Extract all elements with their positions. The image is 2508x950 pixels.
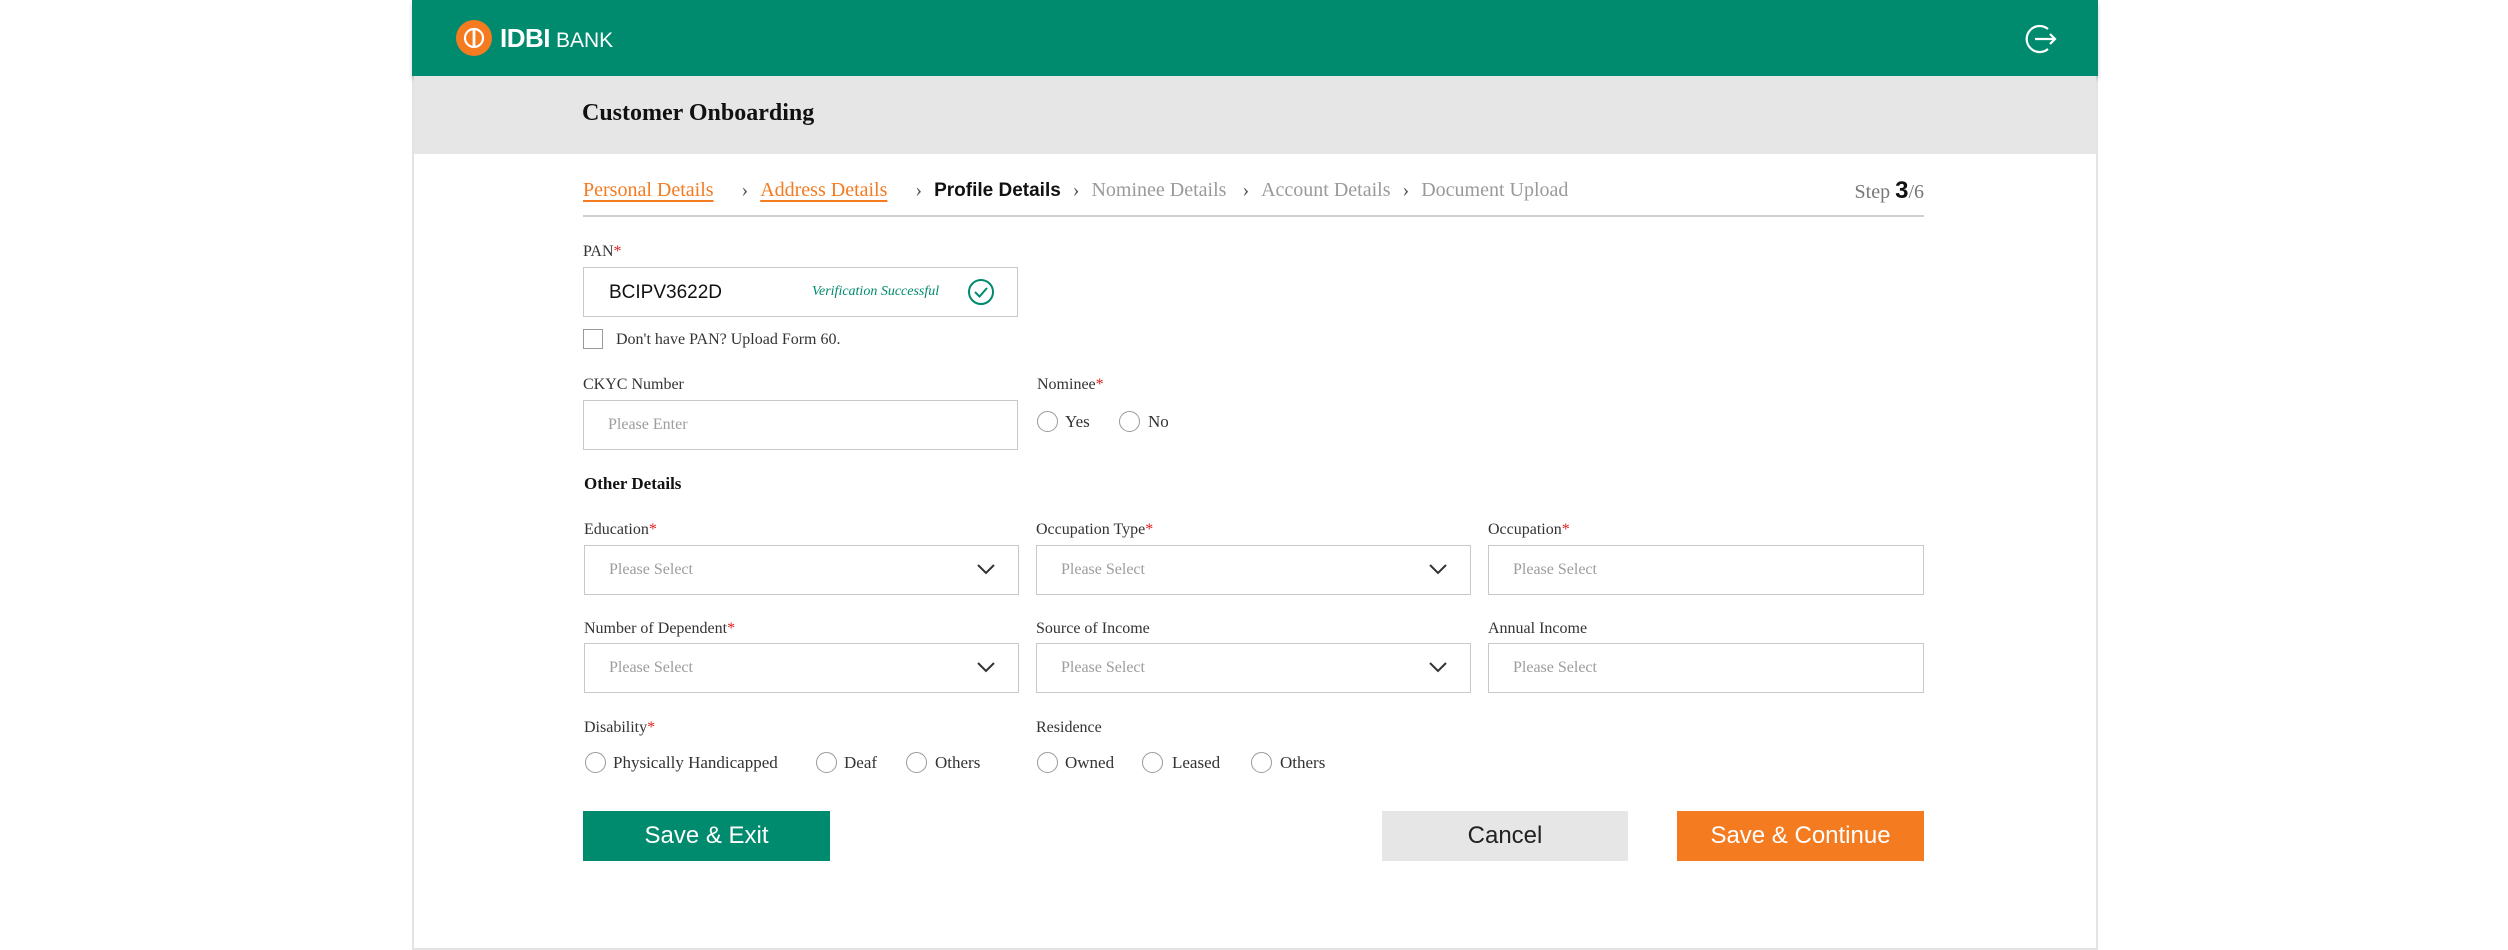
save-continue-button[interactable]: Save & Continue bbox=[1677, 811, 1924, 861]
dependents-select[interactable]: Please Select bbox=[584, 643, 1019, 693]
nominee-no-radio[interactable] bbox=[1119, 411, 1140, 432]
nominee-yes-label: Yes bbox=[1065, 412, 1090, 431]
nominee-yes-radio[interactable] bbox=[1037, 411, 1058, 432]
disability-deaf-radio[interactable] bbox=[816, 752, 837, 773]
disability-label: Disability* bbox=[584, 719, 656, 736]
ckyc-input[interactable]: Please Enter bbox=[583, 400, 1018, 450]
nominee-no-label: No bbox=[1148, 412, 1169, 431]
residence-leased-label: Leased bbox=[1172, 753, 1221, 772]
occupation-type-label: Occupation Type* bbox=[1036, 521, 1154, 538]
disability-deaf-label: Deaf bbox=[844, 753, 878, 772]
idbi-logo-mark-icon bbox=[456, 20, 492, 56]
source-income-placeholder: Please Select bbox=[1061, 659, 1145, 676]
step-account-details: Account Details bbox=[1261, 179, 1391, 201]
annual-income-select[interactable]: Please Select bbox=[1488, 643, 1924, 693]
ckyc-label: CKYC Number bbox=[583, 376, 684, 393]
ckyc-placeholder: Please Enter bbox=[608, 416, 688, 433]
step-counter-current: 3 bbox=[1895, 177, 1909, 204]
chevron-right-icon: › bbox=[1072, 179, 1080, 201]
residence-others-label: Others bbox=[1280, 753, 1326, 772]
nominee-label: Nominee* bbox=[1037, 376, 1104, 393]
chevron-down-icon bbox=[976, 660, 996, 674]
verification-status: Verification Successful bbox=[812, 284, 940, 299]
step-personal-details[interactable]: Personal Details bbox=[583, 179, 714, 202]
no-pan-checkbox[interactable] bbox=[583, 329, 603, 349]
residence-owned-label: Owned bbox=[1065, 753, 1115, 772]
chevron-down-icon bbox=[976, 562, 996, 576]
check-circle-icon bbox=[967, 278, 995, 306]
occupation-type-select[interactable]: Please Select bbox=[1036, 545, 1471, 595]
education-label: Education* bbox=[584, 521, 657, 538]
chevron-down-icon bbox=[1428, 562, 1448, 576]
cancel-button[interactable]: Cancel bbox=[1382, 811, 1628, 861]
occupation-label: Occupation* bbox=[1488, 521, 1570, 538]
residence-owned-radio[interactable] bbox=[1037, 752, 1058, 773]
source-income-label: Source of Income bbox=[1036, 620, 1150, 637]
step-address-details[interactable]: Address Details bbox=[760, 179, 887, 202]
disability-handicapped-radio[interactable] bbox=[585, 752, 606, 773]
chevron-right-icon: › bbox=[1242, 179, 1250, 201]
logo-brand-text: IDBI bbox=[500, 22, 551, 53]
title-bar: Customer Onboarding bbox=[414, 76, 2096, 154]
occupation-placeholder: Please Select bbox=[1513, 561, 1597, 578]
step-document-upload: Document Upload bbox=[1421, 179, 1569, 201]
logo-bank-text: BANK bbox=[556, 28, 614, 52]
step-nominee-details: Nominee Details bbox=[1091, 179, 1227, 201]
save-exit-button[interactable]: Save & Exit bbox=[583, 811, 830, 861]
pan-label: PAN* bbox=[583, 243, 622, 260]
chevron-right-icon: › bbox=[1402, 179, 1410, 201]
residence-label: Residence bbox=[1036, 719, 1102, 736]
app-header: IDBI BANK bbox=[412, 0, 2098, 76]
step-counter-prefix: Step bbox=[1854, 181, 1891, 203]
disability-others-label: Others bbox=[935, 753, 981, 772]
other-details-heading: Other Details bbox=[584, 474, 682, 493]
education-select[interactable]: Please Select bbox=[584, 545, 1019, 595]
occupation-type-placeholder: Please Select bbox=[1061, 561, 1145, 578]
logout-icon[interactable] bbox=[2022, 20, 2060, 58]
education-placeholder: Please Select bbox=[609, 561, 693, 578]
dependents-label: Number of Dependent* bbox=[584, 620, 736, 637]
dependents-placeholder: Please Select bbox=[609, 659, 693, 676]
pan-value: BCIPV3622D bbox=[609, 282, 723, 303]
residence-leased-radio[interactable] bbox=[1142, 752, 1163, 773]
step-counter: Step 3/6 bbox=[1855, 177, 1924, 205]
onboarding-stepper: Personal Details › Address Details › Pro… bbox=[583, 175, 1924, 217]
pan-field[interactable]: BCIPV3622D Verification Successful bbox=[583, 267, 1018, 317]
chevron-down-icon bbox=[1428, 660, 1448, 674]
occupation-select[interactable]: Please Select bbox=[1488, 545, 1924, 595]
step-counter-total: /6 bbox=[1908, 181, 1924, 203]
no-pan-label: Don't have PAN? Upload Form 60. bbox=[616, 331, 841, 348]
chevron-right-icon: › bbox=[741, 179, 749, 201]
source-income-select[interactable]: Please Select bbox=[1036, 643, 1471, 693]
step-profile-details[interactable]: Profile Details bbox=[934, 180, 1061, 202]
page-title: Customer Onboarding bbox=[582, 100, 815, 126]
chevron-right-icon: › bbox=[915, 179, 923, 201]
idbi-logo: IDBI BANK bbox=[456, 20, 613, 56]
disability-others-radio[interactable] bbox=[906, 752, 927, 773]
annual-income-placeholder: Please Select bbox=[1513, 659, 1597, 676]
residence-others-radio[interactable] bbox=[1251, 752, 1272, 773]
disability-handicapped-label: Physically Handicapped bbox=[613, 753, 778, 772]
annual-income-label: Annual Income bbox=[1488, 620, 1588, 637]
